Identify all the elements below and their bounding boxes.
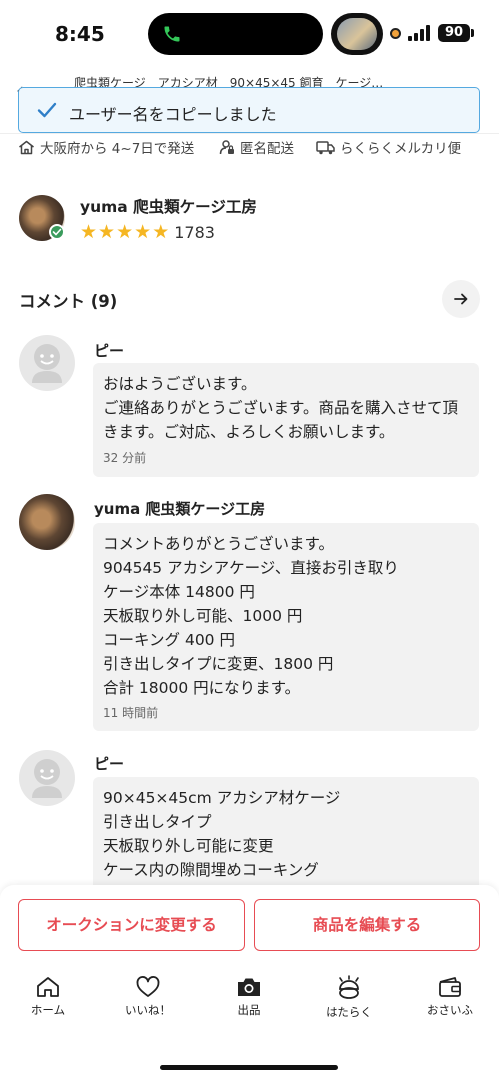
camera-icon: [238, 978, 260, 996]
battery-cap: [471, 29, 474, 37]
tab-label: ホーム: [30, 1003, 66, 1017]
comment-time: 32 分前: [103, 451, 147, 465]
status-bar: 8:45 90: [0, 0, 499, 68]
tab-bar: ホーム いいね！ 出品 はたらく おさいふ: [0, 975, 499, 1035]
commenter-avatar[interactable]: [19, 750, 75, 806]
shipping-anonymous-text: 匿名配送: [240, 141, 294, 157]
comment-author[interactable]: ピー: [94, 340, 124, 361]
status-time: 8:45: [55, 22, 105, 46]
commenter-avatar[interactable]: [19, 335, 75, 391]
rating-count: 1783: [174, 222, 215, 242]
change-to-auction-button[interactable]: オークションに変更する: [18, 899, 245, 951]
tab-label: いいね！: [125, 1003, 171, 1017]
truck-icon: [316, 140, 335, 154]
tab-label: 出品: [237, 1003, 261, 1017]
shipping-anonymous: 匿名配送: [219, 137, 294, 157]
star-icon: ★: [98, 221, 116, 243]
tab-likes[interactable]: いいね！: [108, 975, 188, 1018]
comment-body: コメントありがとうございます。 904545 アカシアケージ、直接お引き取り ケ…: [103, 535, 399, 697]
shipping-origin: 大阪府から 4~7日で発送: [18, 137, 194, 157]
tab-home[interactable]: ホーム: [8, 975, 88, 1018]
comments-title: コメント (9): [19, 292, 118, 311]
edit-item-button[interactable]: 商品を編集する: [254, 899, 480, 951]
dynamic-island[interactable]: [148, 13, 323, 55]
star-icon: ★: [134, 221, 152, 243]
wallet-icon: [439, 977, 461, 997]
tab-work[interactable]: はたらく: [309, 975, 389, 1020]
star-icon: ★: [80, 221, 98, 243]
star-icon: ★: [116, 221, 134, 243]
recording-indicator-icon: [390, 28, 401, 39]
tab-sell[interactable]: 出品: [209, 975, 289, 1018]
comment-author[interactable]: ピー: [94, 753, 124, 774]
comment-body: 90×45×45cm アカシア材ケージ 引き出しタイプ 天板取り外し可能に変更 …: [103, 789, 341, 879]
comment-bubble: おはようございます。 ご連絡ありがとうございます。商品を購入させて頂きます。ご対…: [93, 363, 479, 477]
shipping-method-text: らくらくメルカリ便: [340, 141, 462, 157]
default-user-icon: [32, 344, 62, 383]
home-indicator[interactable]: [160, 1065, 338, 1070]
tab-label: はたらく: [326, 1005, 372, 1019]
comment-author[interactable]: yuma 爬虫類ケージ工房: [94, 498, 265, 519]
default-user-icon: [32, 759, 62, 798]
verified-badge-icon: [49, 224, 65, 240]
seller-name[interactable]: yuma 爬虫類ケージ工房: [80, 195, 257, 217]
arrow-right-icon: [454, 293, 468, 305]
shipping-origin-text: 大阪府から 4~7日で発送: [40, 141, 195, 157]
tab-wallet[interactable]: おさいふ: [410, 975, 490, 1018]
phone-call-icon: [164, 26, 180, 42]
copy-toast: ユーザー名をコピーしました: [18, 87, 480, 133]
commenter-avatar[interactable]: [19, 494, 75, 550]
battery-icon: 90: [438, 24, 470, 42]
tab-label: おさいふ: [427, 1003, 473, 1017]
comment-bubble: コメントありがとうございます。 904545 アカシアケージ、直接お引き取り ケ…: [93, 523, 479, 731]
star-icon: ★: [152, 221, 170, 243]
comment-time: 11 時間前: [103, 706, 159, 720]
heart-icon: [136, 976, 160, 997]
toast-message: ユーザー名をコピーしました: [69, 105, 277, 124]
shipping-info: 大阪府から 4~7日で発送 匿名配送 らくらくメルカリ便: [18, 137, 488, 157]
home-icon: [37, 977, 59, 997]
shipping-method: らくらくメルカリ便: [316, 137, 461, 157]
comment-body: おはようございます。 ご連絡ありがとうございます。商品を購入させて頂きます。ご対…: [103, 375, 458, 441]
checkmark-icon: [37, 102, 57, 118]
comments-more-button[interactable]: [442, 280, 480, 318]
anonymous-user-icon: [219, 140, 234, 155]
bottom-action-area: オークションに変更する 商品を編集する ホーム いいね！ 出品 はたらく おさい…: [0, 885, 499, 1080]
seller-rating[interactable]: ★ ★ ★ ★ ★ 1783: [80, 222, 215, 242]
work-icon: [339, 975, 359, 999]
screen-share-thumbnail: [331, 13, 383, 55]
house-icon: [19, 140, 34, 154]
cellular-signal-icon: [408, 25, 430, 41]
